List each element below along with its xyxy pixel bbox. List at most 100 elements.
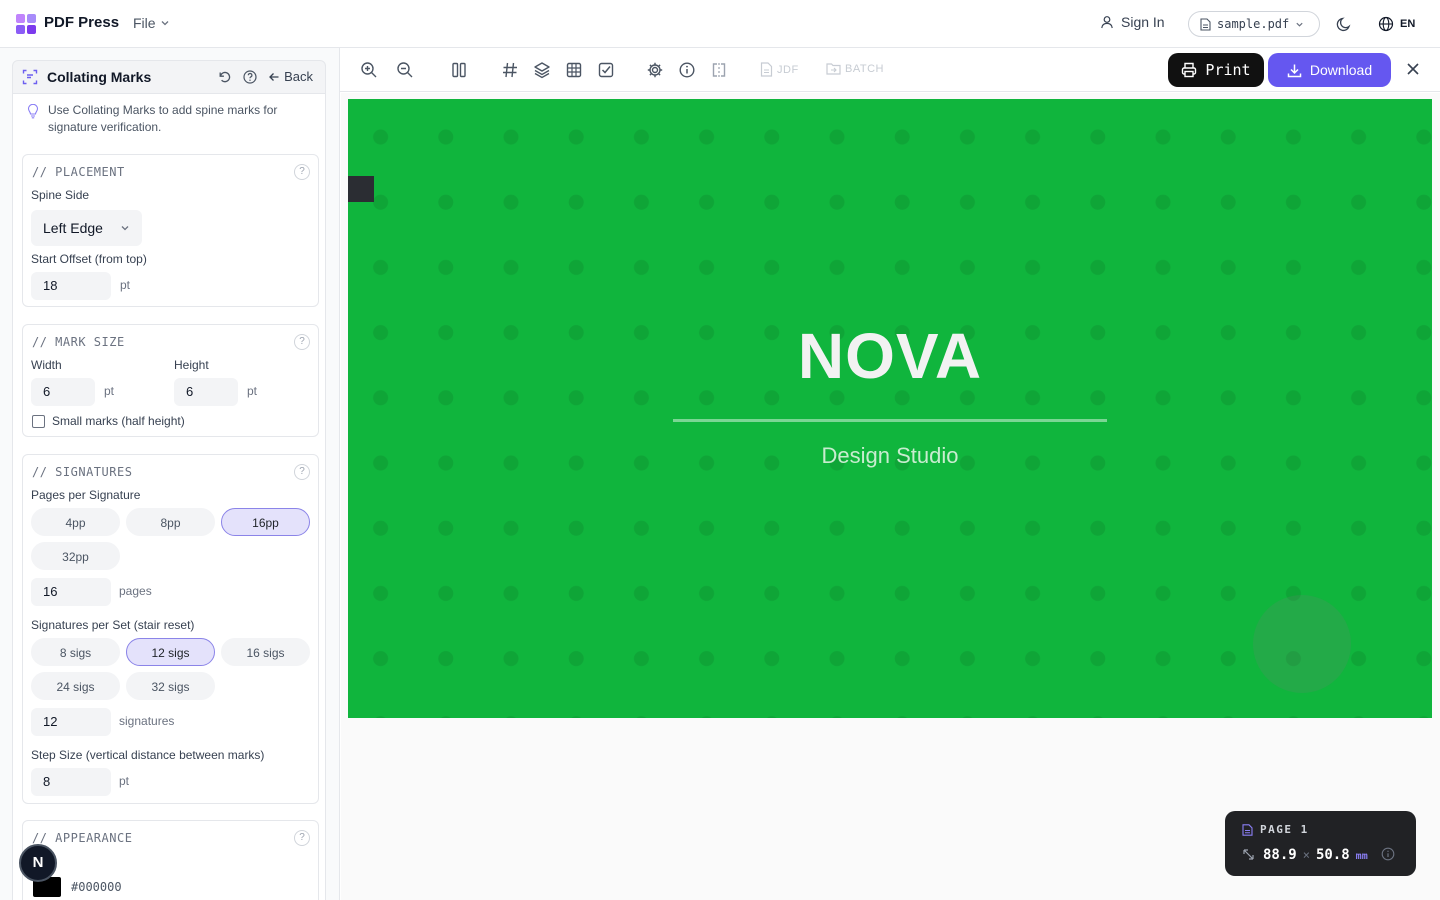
pages-input[interactable]: 16 <box>31 578 111 606</box>
file-name: sample.pdf <box>1217 17 1290 31</box>
help-icon[interactable]: ? <box>294 164 310 180</box>
back-button[interactable]: Back <box>268 69 313 84</box>
height-input[interactable]: 6 <box>174 378 238 406</box>
start-offset-label: Start Offset (from top) <box>31 252 147 266</box>
spine-side-select[interactable]: Left Edge <box>31 210 142 246</box>
folder-icon <box>826 63 841 75</box>
small-marks-label: Small marks (half height) <box>52 414 185 428</box>
lightbulb-icon <box>27 104 39 119</box>
app-brand[interactable]: PDF Press <box>44 14 119 31</box>
page-width: 88.9 <box>1263 847 1297 863</box>
pages-option-16pp[interactable]: 16pp <box>221 508 310 536</box>
spine-side-value: Left Edge <box>43 220 103 236</box>
sigs-option-8[interactable]: 8 sigs <box>31 638 120 666</box>
spine-side-label: Spine Side <box>31 188 90 202</box>
start-offset-input[interactable]: 18 <box>31 272 111 300</box>
pages-per-signature-label: Pages per Signature <box>31 488 141 502</box>
panel-header: Collating Marks Back <box>12 60 326 94</box>
sigs-unit: signatures <box>119 714 175 728</box>
app-header: PDF Press File Sign In sample.pdf EN <box>0 0 1440 48</box>
step-size-unit: pt <box>119 774 130 788</box>
width-unit: pt <box>104 384 115 398</box>
color-value[interactable]: #000000 <box>71 880 122 894</box>
close-icon[interactable] <box>1406 62 1420 76</box>
download-button[interactable]: Download <box>1268 53 1391 87</box>
tip-text: Use Collating Marks to add spine marks f… <box>48 103 278 134</box>
document-icon <box>760 62 773 77</box>
zoom-out-icon[interactable] <box>396 61 414 79</box>
file-menu-label: File <box>133 15 156 31</box>
chevron-down-icon <box>1296 22 1303 27</box>
help-icon[interactable]: ? <box>294 830 310 846</box>
arrow-left-icon <box>269 72 279 81</box>
file-menu[interactable]: File <box>133 15 170 31</box>
help-icon[interactable]: ? <box>294 464 310 480</box>
small-marks-checkbox[interactable] <box>32 415 45 428</box>
panel-title: Collating Marks <box>47 69 152 85</box>
help-icon[interactable] <box>243 69 257 84</box>
printer-icon <box>1182 62 1197 78</box>
step-size-input[interactable]: 8 <box>31 768 111 796</box>
app-logo-icon[interactable] <box>16 14 36 34</box>
page-subheading: Design Studio <box>821 443 959 468</box>
settings-body: // PLACEMENT ? Spine Side Left Edge Star… <box>12 146 326 900</box>
tip-box: Use Collating Marks to add spine marks f… <box>12 94 326 146</box>
print-button[interactable]: Print <box>1168 53 1264 87</box>
height-label: Height <box>174 358 209 372</box>
download-icon <box>1287 64 1302 77</box>
section-title: // MARK SIZE <box>32 335 125 349</box>
hash-icon[interactable] <box>501 61 519 79</box>
decorative-circle <box>1253 595 1351 693</box>
sign-in-button[interactable]: Sign In <box>1100 14 1165 30</box>
zoom-in-icon[interactable] <box>360 61 378 79</box>
sigs-option-32[interactable]: 32 sigs <box>126 672 215 700</box>
sigs-input[interactable]: 12 <box>31 708 111 736</box>
help-icon[interactable]: ? <box>294 334 310 350</box>
width-input[interactable]: 6 <box>31 378 95 406</box>
print-label: Print <box>1205 61 1251 79</box>
pages-option-8pp[interactable]: 8pp <box>126 508 215 536</box>
checkbox-icon[interactable] <box>597 61 615 79</box>
appearance-section: // APPEARANCE ? #000000 <box>22 820 319 900</box>
dimension-separator: × <box>1302 848 1310 862</box>
batch-label: BATCH <box>845 62 884 75</box>
file-selector[interactable]: sample.pdf <box>1188 11 1320 37</box>
step-size-label: Step Size (vertical distance between mar… <box>31 748 265 762</box>
columns-icon[interactable] <box>450 61 468 79</box>
chevron-down-icon <box>121 226 129 231</box>
language-selector[interactable]: EN <box>1378 16 1415 32</box>
compare-icon[interactable] <box>710 61 728 79</box>
gear-icon[interactable] <box>646 61 664 79</box>
section-title: // SIGNATURES <box>32 465 133 479</box>
width-label: Width <box>31 358 62 372</box>
user-icon <box>1101 16 1113 29</box>
sigs-option-16[interactable]: 16 sigs <box>221 638 310 666</box>
download-label: Download <box>1309 62 1373 78</box>
jdf-button[interactable]: JDF <box>760 62 799 77</box>
section-title: // PLACEMENT <box>32 165 125 179</box>
page-divider <box>673 419 1107 422</box>
batch-button[interactable]: BATCH <box>826 62 884 75</box>
layers-icon[interactable] <box>533 61 551 79</box>
pages-option-32pp[interactable]: 32pp <box>31 542 120 570</box>
reset-icon[interactable] <box>218 70 232 84</box>
mark-size-section: // MARK SIZE ? Width 6 pt Height 6 pt Sm… <box>22 324 319 437</box>
info-icon[interactable] <box>678 61 696 79</box>
sigs-option-24[interactable]: 24 sigs <box>31 672 120 700</box>
file-icon <box>1200 17 1211 31</box>
pdf-page-preview: NOVA Design Studio <box>348 99 1432 718</box>
user-avatar[interactable]: N <box>19 844 57 882</box>
moon-icon[interactable] <box>1336 16 1352 32</box>
page-dimensions: 88.9 × 50.8 mm <box>1263 847 1368 863</box>
page-label: PAGE 1 <box>1260 823 1309 836</box>
grid-icon[interactable] <box>565 61 583 79</box>
jdf-label: JDF <box>777 63 799 76</box>
dimension-unit: mm <box>1355 851 1368 862</box>
page-icon <box>1242 824 1253 836</box>
sign-in-label: Sign In <box>1121 14 1165 30</box>
start-offset-unit: pt <box>120 278 131 292</box>
pages-option-4pp[interactable]: 4pp <box>31 508 120 536</box>
chevron-down-icon <box>161 21 169 26</box>
sigs-option-12[interactable]: 12 sigs <box>126 638 215 666</box>
info-icon[interactable] <box>1381 847 1395 861</box>
